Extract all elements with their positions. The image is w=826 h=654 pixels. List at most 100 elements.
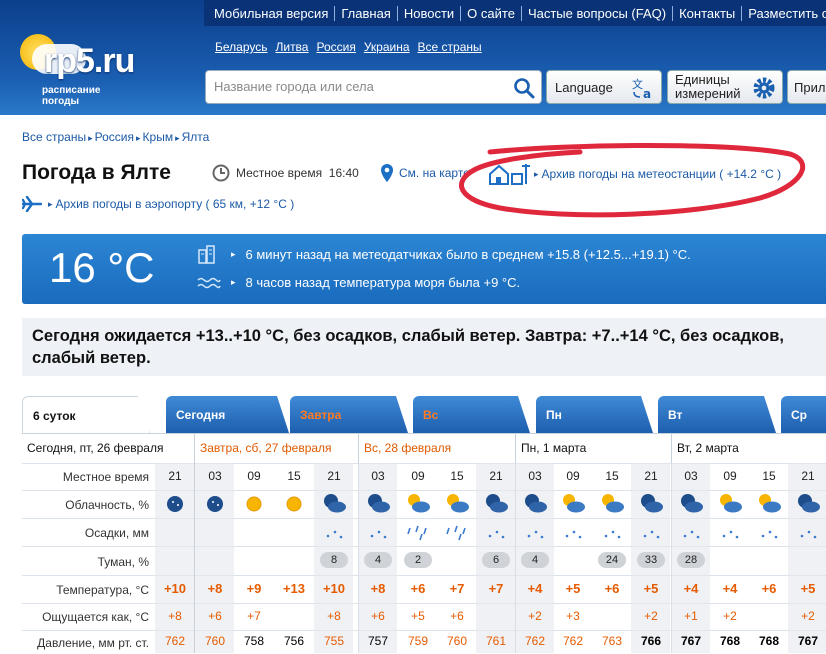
- hour-cell: 15: [762, 469, 776, 483]
- weather-station-icon: [489, 164, 530, 185]
- station-archive-link[interactable]: ▸ Архив погоды на метеостанции ( +14.2 °C…: [488, 162, 781, 186]
- nav-mobile[interactable]: Мобильная версия: [204, 5, 336, 21]
- hour-cell: 09: [723, 469, 737, 483]
- temperature-cell: +8: [207, 581, 223, 596]
- temperature-cell: +6: [761, 581, 777, 596]
- tab-tuesday[interactable]: Вт: [658, 396, 776, 433]
- tab-6-days[interactable]: 6 суток: [22, 396, 150, 433]
- crumb-separator-icon: ▸: [136, 133, 141, 143]
- temperature-cell: +4: [722, 581, 738, 596]
- hour-cell: 21: [168, 469, 182, 483]
- search-icon[interactable]: [513, 77, 535, 99]
- nav-news[interactable]: Новости: [398, 5, 462, 21]
- tab-wednesday[interactable]: Ср: [781, 396, 826, 433]
- feels-like-cell: +3: [566, 609, 580, 623]
- apps-button[interactable]: Прил: [787, 70, 826, 104]
- sun-cloud-weather-icon: [716, 490, 756, 518]
- pressure-cell: 759: [407, 634, 429, 648]
- country-belarus[interactable]: Беларусь: [215, 40, 267, 54]
- feels-like-cell: +2: [528, 609, 542, 623]
- fog-value: 6: [482, 552, 510, 568]
- fog-value: 28: [677, 552, 705, 568]
- day-header-today: Сегодня, пт, 26 февраля: [22, 434, 194, 463]
- country-ukraine[interactable]: Украина: [364, 40, 410, 54]
- drops-precip-icon: [677, 522, 717, 550]
- country-russia[interactable]: Россия: [316, 40, 355, 54]
- sea-line: ▸ 8 часов назад температура моря была +9…: [197, 275, 520, 290]
- local-time-value: 16:40: [328, 166, 359, 180]
- fog-value: 4: [364, 552, 392, 568]
- translate-icon: 文a: [632, 77, 651, 100]
- svg-text:a: a: [643, 87, 651, 100]
- nav-advertise[interactable]: Разместить о: [742, 6, 826, 21]
- feels-like-cell: +2: [801, 609, 815, 623]
- site-logo[interactable]: rp5.ru расписание погоды: [14, 30, 204, 110]
- nav-faq[interactable]: Частые вопросы (FAQ): [522, 5, 674, 21]
- units-button[interactable]: Единицы измерений: [667, 70, 783, 104]
- day-header-tomorrow: Завтра, сб, 27 февраля: [194, 434, 358, 463]
- country-all[interactable]: Все страны: [418, 40, 482, 54]
- hour-cell: 15: [287, 469, 301, 483]
- pressure-cell: 762: [562, 634, 584, 648]
- temperature-cell: +8: [370, 581, 386, 596]
- map-pin-icon: [381, 164, 393, 182]
- map-link-label: См. на карте: [399, 166, 470, 180]
- map-link[interactable]: См. на карте: [380, 164, 470, 182]
- pressure-cell: 763: [601, 634, 623, 648]
- cloud-row-label: Облачность, %: [65, 498, 149, 512]
- forecast-table: Сегодня, пт, 26 февраля Завтра, сб, 27 ф…: [22, 433, 826, 653]
- pressure-cell: 762: [164, 634, 186, 648]
- temperature-cell: +10: [163, 581, 187, 596]
- feels-like-cell: +6: [371, 609, 385, 623]
- country-links: Беларусь Литва Россия Украина Все страны: [215, 40, 482, 54]
- tab-sunday[interactable]: Вс: [413, 396, 530, 433]
- temperature-cell: +4: [683, 581, 699, 596]
- language-label: Language: [555, 79, 613, 95]
- language-button[interactable]: Language 文a: [546, 70, 662, 104]
- drops-precip-icon: [559, 522, 599, 550]
- country-lithuania[interactable]: Литва: [275, 40, 308, 54]
- tab-monday[interactable]: Пн: [536, 396, 653, 433]
- crumb-russia[interactable]: Россия: [95, 130, 134, 144]
- pressure-cell: 757: [367, 634, 389, 648]
- fog-value: 4: [521, 552, 549, 568]
- drops-precip-icon: [364, 522, 404, 550]
- temperature-cell: +6: [604, 581, 620, 596]
- hour-cell: 21: [327, 469, 341, 483]
- units-label-line2: измерений: [675, 86, 741, 101]
- feels-like-cell: +5: [411, 609, 425, 623]
- hour-cell: 03: [371, 469, 385, 483]
- moon-cloud-weather-icon: [677, 490, 717, 518]
- nav-home[interactable]: Главная: [335, 5, 398, 21]
- sensor-text: 6 минут назад на метеодатчиках было в ср…: [245, 246, 691, 262]
- crumb-yalta[interactable]: Ялта: [182, 130, 210, 144]
- pressure-cell: 756: [283, 634, 305, 648]
- arrow-right-icon: ▸: [48, 198, 53, 209]
- pressure-row-label: Давление, мм рт. ст.: [37, 636, 149, 650]
- temperature-cell: +7: [488, 581, 504, 596]
- logo-subtitle: расписание погоды: [42, 85, 100, 107]
- units-label-line1: Единицы: [675, 72, 730, 87]
- nav-contacts[interactable]: Контакты: [673, 5, 743, 21]
- search-input[interactable]: [214, 79, 504, 94]
- airport-archive-link[interactable]: ▸ Архив погоды в аэропорту ( 65 км, +12 °…: [22, 196, 294, 212]
- feels-like-cell: +6: [450, 609, 464, 623]
- feels-like-cell: +8: [327, 609, 341, 623]
- pressure-cell: 766: [640, 634, 662, 648]
- nav-about[interactable]: О сайте: [461, 5, 522, 21]
- crumb-crimea[interactable]: Крым: [143, 130, 174, 144]
- tab-today[interactable]: Сегодня: [166, 396, 289, 433]
- logo-text: rp5.ru: [44, 42, 135, 80]
- drops-precip-icon: [320, 522, 360, 550]
- sea-waves-icon: [197, 277, 221, 288]
- hour-cell: 15: [450, 469, 464, 483]
- sea-text: 8 часов назад температура моря была +9 °…: [245, 275, 521, 290]
- temperature-cell: +5: [565, 581, 581, 596]
- moon-cloud-weather-icon: [320, 490, 360, 518]
- local-time-label: Местное время: [236, 166, 323, 180]
- crumb-all-countries[interactable]: Все страны: [22, 130, 86, 144]
- tab-tomorrow[interactable]: Завтра: [290, 396, 408, 433]
- apps-label: Прил: [794, 79, 826, 95]
- current-weather-panel: 16 °C ▸ 6 минут назад на метеодатчиках б…: [22, 234, 826, 304]
- clock-icon: [212, 164, 230, 182]
